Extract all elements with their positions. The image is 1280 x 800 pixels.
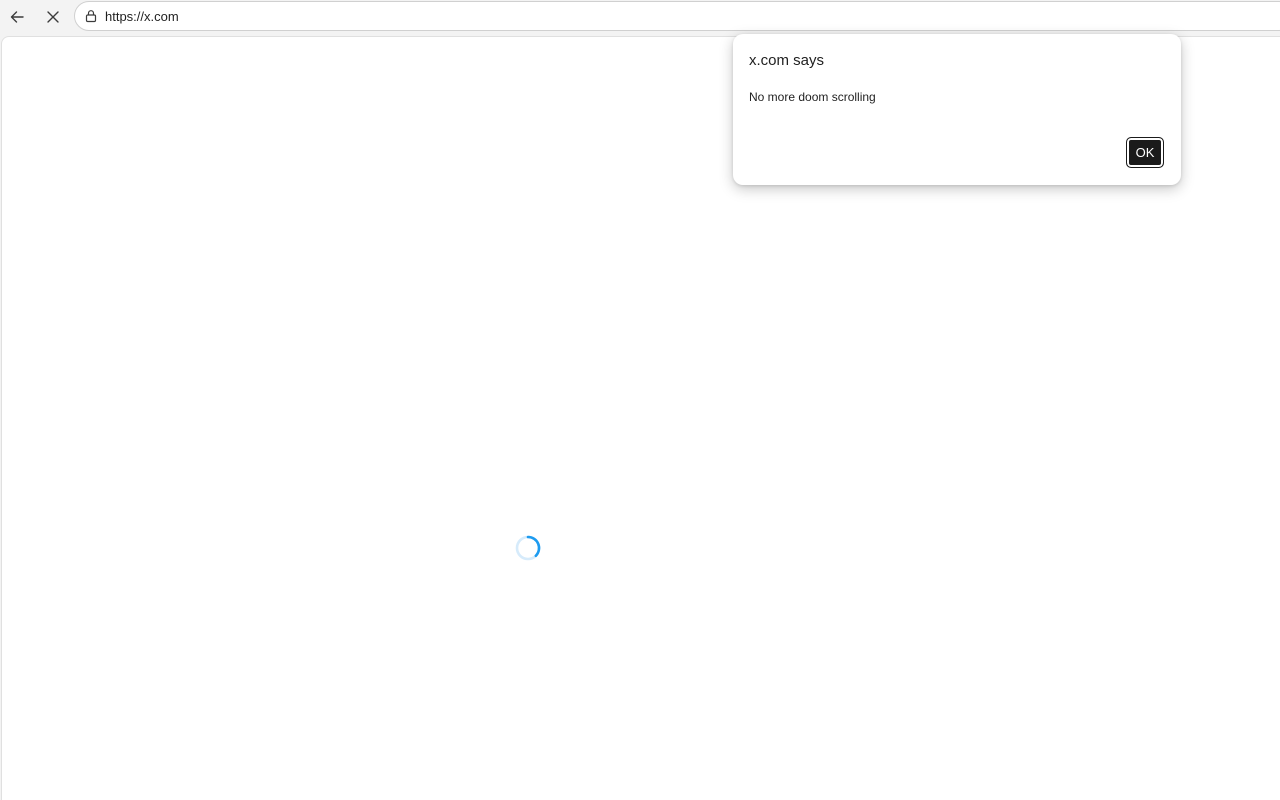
browser-toolbar: https://x.com: [0, 0, 1280, 34]
lock-icon[interactable]: [83, 8, 99, 24]
alert-dialog: x.com says No more doom scrolling OK: [733, 34, 1181, 185]
stop-loading-button[interactable]: [39, 3, 67, 31]
address-bar[interactable]: https://x.com: [74, 1, 1280, 31]
spinner-icon: [514, 534, 542, 562]
dialog-message: No more doom scrolling: [749, 90, 876, 104]
ok-button[interactable]: OK: [1126, 137, 1164, 168]
arrow-left-icon: [8, 8, 26, 26]
dialog-title: x.com says: [749, 52, 825, 69]
close-icon: [45, 9, 61, 25]
url-text[interactable]: https://x.com: [105, 9, 179, 25]
back-button[interactable]: [3, 3, 31, 31]
